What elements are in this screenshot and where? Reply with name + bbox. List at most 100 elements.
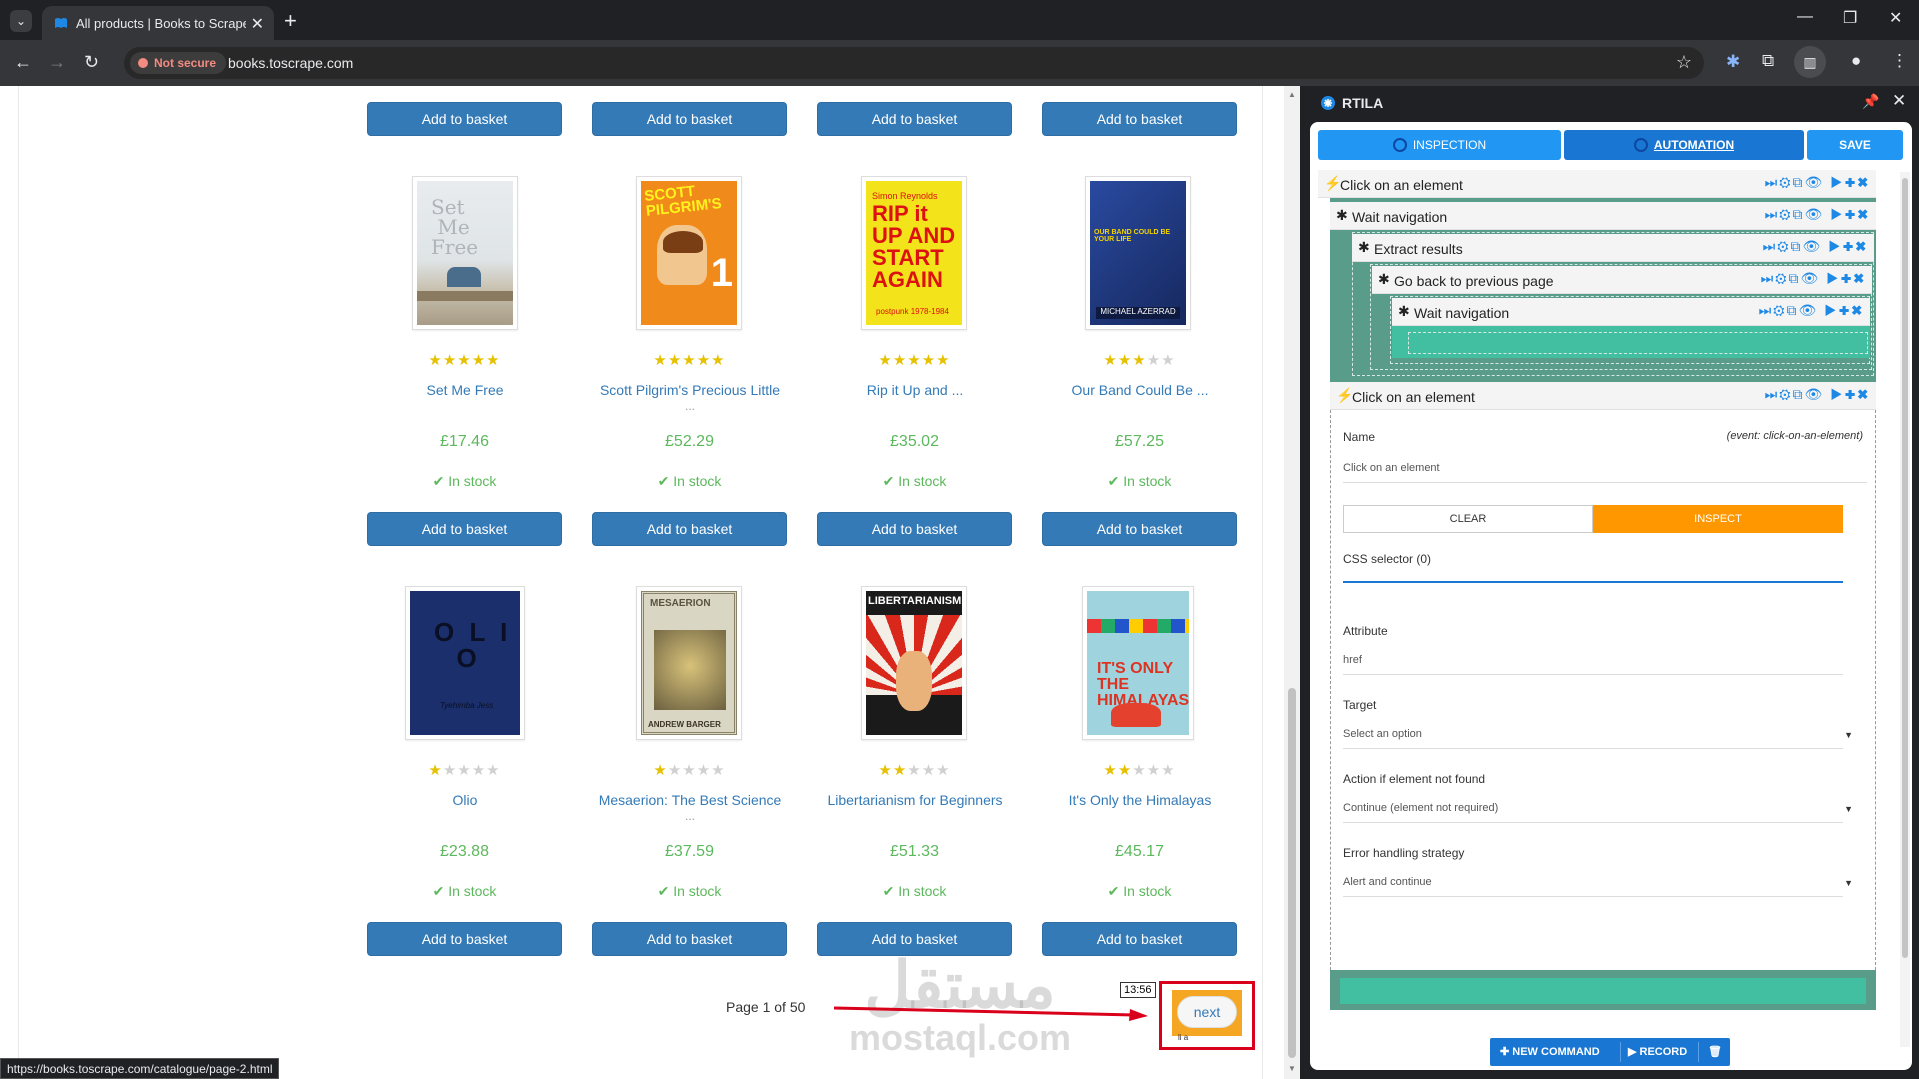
add-to-basket-button[interactable]: Add to basket <box>1042 102 1237 136</box>
radio-icon <box>1392 138 1407 152</box>
command-extract-results[interactable]: ✱ Extract results ⏭⚙⧉👁 ▶✚✖ <box>1352 234 1874 262</box>
tab-active[interactable]: All products | Books to Scrape ✕ <box>42 6 274 40</box>
command-actions[interactable]: ⏭⚙⧉👁 ▶✚✖ <box>1763 238 1868 255</box>
scrollbar-thumb[interactable] <box>1288 688 1296 1058</box>
tab-search-button[interactable]: ⌄ <box>10 10 32 32</box>
attribute-input[interactable]: href <box>1343 654 1843 675</box>
address-bar[interactable]: Not secure books.toscrape.com ☆ <box>124 47 1704 79</box>
add-to-basket-button[interactable]: Add to basket <box>592 102 787 136</box>
star-rating: ★★★★★ <box>428 762 501 779</box>
command-click-element-selected[interactable]: ⚡ Click on an element ⏭⚙⧉👁 ▶✚✖ <box>1330 382 1876 410</box>
stock-status: ✔ In stock <box>1107 473 1172 489</box>
close-panel-icon[interactable]: ✕ <box>1892 91 1906 111</box>
book-cover-scott-pilgrim[interactable]: SCOTT PILGRIM'S 1 <box>636 176 742 330</box>
new-command-button[interactable]: ✚ NEW COMMAND <box>1500 1038 1600 1066</box>
name-input[interactable]: Click on an element <box>1343 462 1867 483</box>
reload-icon[interactable]: ↻ <box>84 52 99 73</box>
record-button[interactable]: ▶ RECORD <box>1628 1038 1687 1066</box>
target-select[interactable]: Select an option <box>1343 728 1843 749</box>
book-cover-olio[interactable]: O L I O Tyehimba Jess <box>405 586 525 740</box>
book-cover-set-me-free[interactable]: Set Me Free <box>412 176 518 330</box>
close-tab-icon[interactable]: ✕ <box>251 14 264 34</box>
book-favicon-icon <box>55 18 67 28</box>
book-price: £23.88 <box>440 843 489 860</box>
scrollbar-thumb[interactable] <box>1902 178 1908 958</box>
command-click-element[interactable]: ⚡ Click on an element ⏭⚙⧉👁 ▶✚✖ <box>1318 170 1876 198</box>
book-price: £52.29 <box>665 433 714 450</box>
selector-hint: li a <box>1178 1033 1189 1042</box>
add-to-basket-button[interactable]: Add to basket <box>367 922 562 956</box>
command-actions[interactable]: ⏭⚙⧉👁 ▶✚✖ <box>1765 386 1870 403</box>
side-panel-icon[interactable]: ▥ <box>1794 46 1826 78</box>
book-title-link[interactable]: Rip it Up and ... <box>810 382 1020 398</box>
book-title-link[interactable]: Olio <box>360 792 570 808</box>
puzzle-extensions-icon[interactable]: ⧉ <box>1762 51 1774 71</box>
inspect-button[interactable]: INSPECT <box>1593 505 1843 533</box>
command-actions[interactable]: ⏭⚙⧉👁 ▶✚✖ <box>1765 206 1870 223</box>
css-selector-input[interactable] <box>1343 581 1843 583</box>
tab-inspection[interactable]: INSPECTION <box>1318 130 1561 160</box>
not-found-select[interactable]: Continue (element not required) <box>1343 802 1843 823</box>
book-title-link[interactable]: Our Band Could Be ... <box>1035 382 1245 398</box>
command-go-back[interactable]: ✱ Go back to previous page ⏭⚙⧉👁 ▶✚✖ <box>1372 266 1872 294</box>
book-cover-our-band[interactable]: OUR BAND COULD BE YOUR LIFE MICHAEL AZER… <box>1085 176 1191 330</box>
next-page-button[interactable]: next <box>1177 996 1237 1028</box>
trash-icon[interactable]: 🗑 <box>1708 1038 1722 1066</box>
add-to-basket-button[interactable]: Add to basket <box>817 102 1012 136</box>
chevron-down-icon[interactable]: ▼ <box>1844 804 1853 814</box>
chevron-down-icon[interactable]: ▼ <box>1844 730 1853 740</box>
gear-icon: ✱ <box>1336 207 1348 223</box>
restore-icon[interactable]: ❐ <box>1843 8 1857 28</box>
book-title-link[interactable]: It's Only the Himalayas <box>1035 792 1245 808</box>
command-actions[interactable]: ⏭⚙⧉👁 ▶✚✖ <box>1761 270 1866 287</box>
add-to-basket-button[interactable]: Add to basket <box>817 512 1012 546</box>
tab-strip: ⌄ All products | Books to Scrape ✕ + — ❐… <box>0 0 1919 40</box>
annotation-arrow <box>834 1006 1148 1021</box>
book-cover-rip-it-up[interactable]: Simon Reynolds RIP it UP AND START AGAIN po… <box>861 176 967 330</box>
book-title-link[interactable]: Scott Pilgrim's Precious Little <box>585 382 795 398</box>
scroll-down-icon[interactable]: ▼ <box>1288 1064 1296 1073</box>
add-to-basket-button[interactable]: Add to basket <box>367 102 562 136</box>
menu-kebab-icon[interactable]: ⋮ <box>1891 51 1908 71</box>
add-to-basket-button[interactable]: Add to basket <box>592 512 787 546</box>
chevron-down-icon[interactable]: ▼ <box>1844 878 1853 888</box>
command-form: Name (event: click-on-an-element) Click … <box>1330 410 1876 970</box>
save-button[interactable]: SAVE <box>1807 130 1903 160</box>
page-divider <box>1262 86 1263 1079</box>
book-cover-mesaerion[interactable]: MESAERION ANDREW BARGER <box>636 586 742 740</box>
rtila-extension-icon[interactable]: ✱ <box>1726 52 1740 72</box>
drop-zone[interactable] <box>1340 978 1866 1004</box>
forward-icon[interactable]: → <box>48 52 66 73</box>
bookmark-star-icon[interactable]: ☆ <box>1676 52 1692 73</box>
book-title-link[interactable]: Set Me Free <box>360 382 570 398</box>
time-tooltip: 13:56 <box>1120 982 1156 998</box>
book-title-link[interactable]: Mesaerion: The Best Science <box>585 792 795 808</box>
command-actions[interactable]: ⏭⚙⧉👁 ▶✚✖ <box>1759 302 1864 319</box>
stock-status: ✔ In stock <box>657 883 722 899</box>
clear-button[interactable]: CLEAR <box>1343 505 1593 533</box>
scroll-up-icon[interactable]: ▲ <box>1288 90 1296 99</box>
panel-scrollbar[interactable] <box>1900 172 1910 1047</box>
book-title-link[interactable]: Libertarianism for Beginners <box>810 792 1020 808</box>
pin-icon[interactable]: 📌 <box>1862 93 1879 110</box>
book-cover-libertarianism[interactable]: LIBERTARIANISM <box>861 586 967 740</box>
new-tab-button[interactable]: + <box>284 8 297 34</box>
error-strategy-select[interactable]: Alert and continue <box>1343 876 1843 897</box>
add-to-basket-button[interactable]: Add to basket <box>592 922 787 956</box>
profile-icon[interactable]: ● <box>1851 51 1861 71</box>
minimize-icon[interactable]: — <box>1797 8 1813 26</box>
command-wait-navigation[interactable]: ✱ Wait navigation ⏭⚙⧉👁 ▶✚✖ <box>1392 298 1870 326</box>
command-label: Click on an element <box>1352 389 1475 405</box>
window-close-icon[interactable]: ✕ <box>1889 8 1902 28</box>
back-icon[interactable]: ← <box>14 52 32 73</box>
add-to-basket-button[interactable]: Add to basket <box>367 512 562 546</box>
command-wait-navigation[interactable]: ✱ Wait navigation ⏭⚙⧉👁 ▶✚✖ <box>1330 202 1876 230</box>
book-cover-himalayas[interactable]: IT'S ONLY THE HIMALAYAS <box>1082 586 1194 740</box>
rtila-app: INSPECTION AUTOMATION SAVE ⚡ Click on an… <box>1310 122 1912 1070</box>
tab-automation[interactable]: AUTOMATION <box>1564 130 1804 160</box>
add-to-basket-button[interactable]: Add to basket <box>1042 512 1237 546</box>
security-badge[interactable]: Not secure <box>130 52 227 74</box>
page-scrollbar[interactable]: ▲ ▼ <box>1284 86 1300 1079</box>
book-price: £17.46 <box>440 433 489 450</box>
command-actions[interactable]: ⏭⚙⧉👁 ▶✚✖ <box>1765 174 1870 191</box>
